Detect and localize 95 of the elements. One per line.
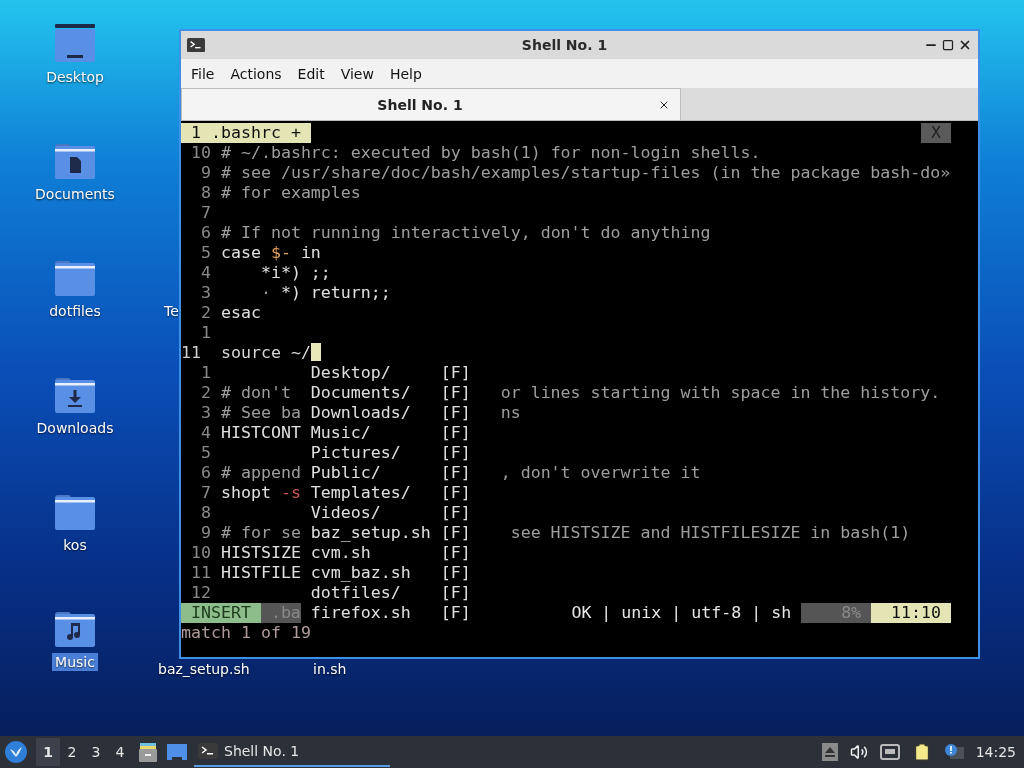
workspace-button[interactable]: 4 [108,738,132,766]
mode-indicator: INSERT [181,603,261,623]
completion-item[interactable]: baz_setup.sh [F] [310,523,471,543]
icon-label[interactable]: Documents [32,185,118,203]
line-number: 3 [199,403,211,423]
workspace-button[interactable]: 3 [84,738,108,766]
code-line: ns [499,403,522,423]
close-icon[interactable] [958,38,972,52]
code-line: # for examples [220,183,361,203]
eject-icon[interactable] [821,743,838,761]
workspace-button[interactable]: 1 [36,738,60,766]
line-number: 8 [199,183,211,203]
line-number: 10 [190,543,211,563]
icon-label[interactable]: Downloads [33,419,117,437]
completion-item[interactable]: Templates/ [F] [310,483,471,503]
icon-label[interactable]: baz_setup.sh [158,661,250,677]
tab[interactable]: Shell No. 1 [181,88,681,120]
line-number: 7 [199,483,211,503]
icon-label[interactable]: Te [164,303,179,319]
file-cabinet-icon[interactable] [138,741,158,763]
menu-item[interactable]: File [183,65,223,82]
menu-item[interactable]: Help [381,65,430,82]
file-info: OK | unix | utf-8 | sh [571,603,792,623]
window-title: Shell No. 1 [520,37,609,53]
icon-label[interactable]: Music [52,653,98,671]
menu-item[interactable]: Actions [222,65,290,82]
line-number: 8 [199,503,211,523]
line-number: 2 [199,383,211,403]
completion-item[interactable]: Public/ [F] [310,463,471,483]
maximize-icon[interactable] [942,39,954,51]
completion-item[interactable]: Documents/ [F] [310,383,471,403]
line-number: 11 [190,563,211,583]
code-line: · *) return;; [259,283,391,303]
text-cursor [310,343,321,361]
network-icon[interactable] [879,744,900,760]
line-number: 9 [199,163,211,183]
alert-icon[interactable] [943,743,964,761]
folder-icon[interactable] [53,22,97,64]
completion-item[interactable]: Videos/ [F] [310,503,471,523]
completion-item[interactable]: firefox.sh [F] [310,603,471,623]
menu-item[interactable]: View [332,65,382,82]
cursor-position: 11:10 [871,603,951,623]
line-number: 4 [199,423,211,443]
code-line: # See ba [220,403,301,423]
volume-icon[interactable] [849,743,868,761]
code-line: HISTSIZE [220,543,301,563]
completion-item[interactable]: Downloads/ [F] [310,403,471,423]
code-line: shopt -s [220,483,301,503]
line-number: 5 [199,443,211,463]
line-number: 6 [199,463,211,483]
code-line: source ~/ [220,343,311,363]
code-line: or lines starting with space in the history. [499,383,942,403]
code-line: # append [220,463,301,483]
workspace-button[interactable]: 2 [60,738,84,766]
code-line: # see /usr/share/doc/bash/examples/startup-files (in the package bash-do» [220,163,951,183]
terminal-icon [198,743,218,759]
desktop-icon[interactable] [166,743,188,761]
buffer-tab[interactable]: 1 .bashrc + [181,123,311,143]
code-line: case $- in [220,243,321,263]
code-line: see HISTSIZE and HISTFILESIZE in bash(1) [509,523,912,543]
icon-label[interactable]: kos [60,536,90,554]
completion-item[interactable]: Pictures/ [F] [310,443,471,463]
menu-item[interactable]: Edit [289,65,333,82]
code-line: *i*) ;; [259,263,331,283]
terminal-icon [187,37,205,53]
line-number: 1 [199,363,211,383]
completion-item[interactable]: cvm.sh [F] [310,543,471,563]
line-number: 7 [199,203,211,223]
line-number: 3 [199,283,211,303]
code-line: # for se [220,523,301,543]
code-line: esac [220,303,261,323]
line-number: 11 [181,343,202,363]
line-number: 5 [199,243,211,263]
line-number: 12 [190,583,211,603]
line-number: 1 [199,323,211,343]
code-line: HISTFILE [220,563,301,583]
code-line: # ~/.bashrc: executed by bash(1) for non-login shells. [220,143,761,163]
line-number: 10 [190,143,211,163]
completion-item[interactable]: cvm_baz.sh [F] [310,563,471,583]
icon-label[interactable]: dotfiles [46,302,104,320]
icon-label[interactable]: in.sh [313,661,347,677]
code-line: # don't [220,383,291,403]
completion-item[interactable]: Music/ [F] [310,423,471,443]
line-number: 2 [199,303,211,323]
line-number: 4 [199,263,211,283]
clock[interactable]: 14:25 [975,744,1016,760]
code-line: HISTCONT [220,423,301,443]
completion-item[interactable]: Desktop/ [F] [310,363,471,383]
task-button[interactable]: Shell No. 1 [194,737,390,767]
code-line: , don't overwrite it [499,463,702,483]
code-line: # If not running interactively, don't do anything [220,223,711,243]
completion-item[interactable]: dotfiles/ [F] [310,583,471,603]
line-number: 6 [199,223,211,243]
status-message: match 1 of 19 [181,623,311,643]
line-number: 9 [199,523,211,543]
